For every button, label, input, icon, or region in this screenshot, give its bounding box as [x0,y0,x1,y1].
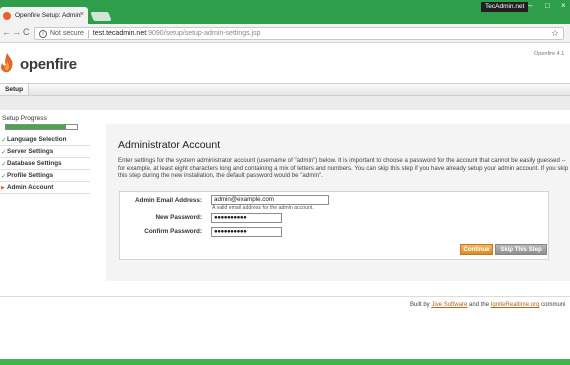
logo-text: openfire [20,56,77,73]
sidebar-item-label: Language Selection [7,136,67,143]
sidebar-item-label: Database Settings [7,160,62,167]
url-host: test.tecadmin.net [92,30,147,37]
setup-steps-list: ✓ Language Selection ✓ Server Settings ✓… [0,134,90,194]
skip-step-button[interactable]: Skip This Step [495,244,547,255]
url-path: :9090/setup/setup-admin-settings.jsp [146,30,261,37]
footer-divider [0,296,570,297]
openfire-logo-icon [1,53,13,73]
setup-sidebar: Setup Progress ✓ Language Selection ✓ Se… [0,112,90,194]
footer: Built by Jive Software and the IgniteRea… [410,302,565,308]
confirm-password-field[interactable]: ●●●●●●●●●● [211,227,282,237]
page-description: Enter settings for the system administra… [118,157,569,180]
sidebar-item-label: Server Settings [7,148,54,155]
new-password-field[interactable]: ●●●●●●●●●● [211,213,282,223]
jive-software-link[interactable]: Jive Software [431,302,467,308]
browser-tab-strip: Openfire Setup: Adminis × TecAdmin.net –… [0,0,570,24]
progress-fill [6,125,67,129]
footer-middle: and the [469,302,490,308]
footer-prefix: Built by [410,302,430,308]
new-tab-button[interactable] [90,12,112,21]
security-label: Not secure [50,30,84,37]
subnav-band [0,96,570,110]
close-window-icon[interactable]: × [561,1,566,10]
openfire-favicon-icon [3,11,11,20]
profile-badge[interactable]: TecAdmin.net [481,2,529,12]
igniterealtime-link[interactable]: IgniteRealtime.org [491,302,540,308]
sidebar-item-profile-settings: ✓ Profile Settings [0,170,90,182]
reload-icon[interactable]: C [23,27,30,37]
main-nav: Setup [0,83,570,96]
sidebar-item-label: Profile Settings [7,172,54,179]
bottom-accent-bar [0,359,570,365]
footer-suffix: communi [541,302,566,308]
email-field[interactable]: admin@example.com [211,195,329,205]
version-label: Openfire 4.1 [534,51,565,57]
email-label: Admin Email Address: [135,197,202,204]
continue-button[interactable]: Continue [460,244,493,255]
maximize-icon[interactable]: □ [545,1,550,10]
sidebar-item-admin-account: ▶ Admin Account [0,182,90,194]
new-password-label: New Password: [155,214,202,221]
sidebar-item-server-settings: ✓ Server Settings [0,146,90,158]
tab-title: Openfire Setup: Adminis [15,12,81,19]
bookmark-star-icon[interactable]: ☆ [551,28,559,39]
openfire-header: openfire Openfire 4.1 [0,43,570,83]
forward-icon[interactable]: → [12,27,21,37]
sidebar-item-label: Admin Account [7,184,54,191]
setup-progress-bar [5,124,78,130]
back-icon[interactable]: ← [2,27,11,37]
address-separator [87,29,89,38]
admin-account-panel: Administrator Account Enter settings for… [106,124,570,281]
confirm-password-label: Confirm Password: [144,228,202,235]
page-title: Administrator Account [118,139,221,151]
info-icon[interactable]: i [39,29,47,38]
minimize-icon[interactable]: – [528,1,532,10]
sidebar-item-language-selection: ✓ Language Selection [0,134,90,146]
browser-toolbar: ← → C i Not secure test.tecadmin.net :90… [0,24,570,43]
browser-tab[interactable]: Openfire Setup: Adminis × [0,7,88,24]
sidebar-item-database-settings: ✓ Database Settings [0,158,90,170]
sidebar-title: Setup Progress [2,115,47,122]
tab-close-icon[interactable]: × [80,11,84,18]
tab-setup[interactable]: Setup [0,84,30,95]
address-bar[interactable]: i Not secure test.tecadmin.net :9090/set… [34,27,564,40]
email-hint: A valid email address for the admin acco… [212,205,314,211]
